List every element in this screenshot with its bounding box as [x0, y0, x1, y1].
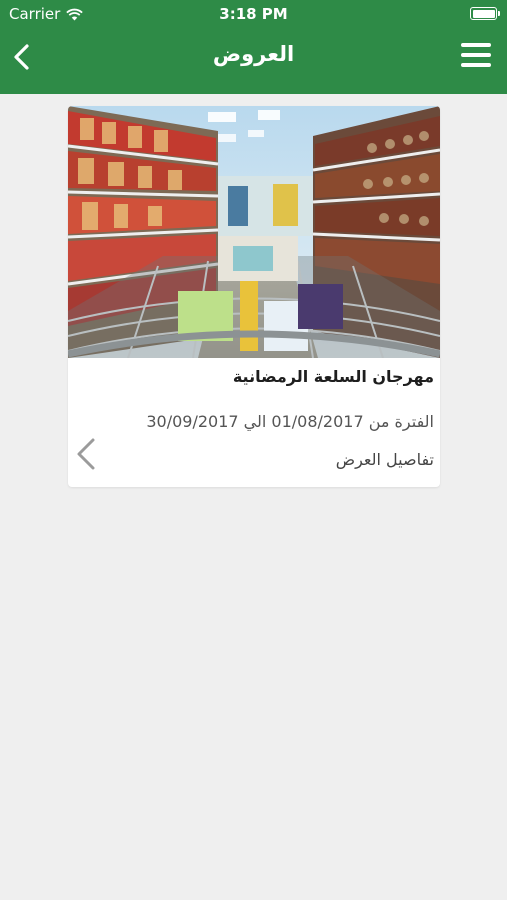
status-bar: Carrier 3:18 PM: [0, 0, 507, 28]
hamburger-menu-icon[interactable]: [461, 43, 491, 71]
chevron-left-icon[interactable]: [72, 436, 100, 472]
page-title: العروض: [212, 42, 295, 66]
battery-icon: [470, 7, 500, 20]
offer-card[interactable]: مهرجان السلعة الرمضانية الفترة من 01/08/…: [68, 106, 440, 487]
nav-bar: العروض: [0, 28, 507, 94]
offer-details-link[interactable]: تفاصيل العرض: [336, 450, 434, 469]
offer-period: الفترة من 01/08/2017 الي 30/09/2017: [146, 412, 434, 431]
offer-title: مهرجان السلعة الرمضانية: [232, 367, 434, 386]
status-time: 3:18 PM: [219, 5, 288, 23]
supermarket-aisle-image: [68, 106, 440, 358]
